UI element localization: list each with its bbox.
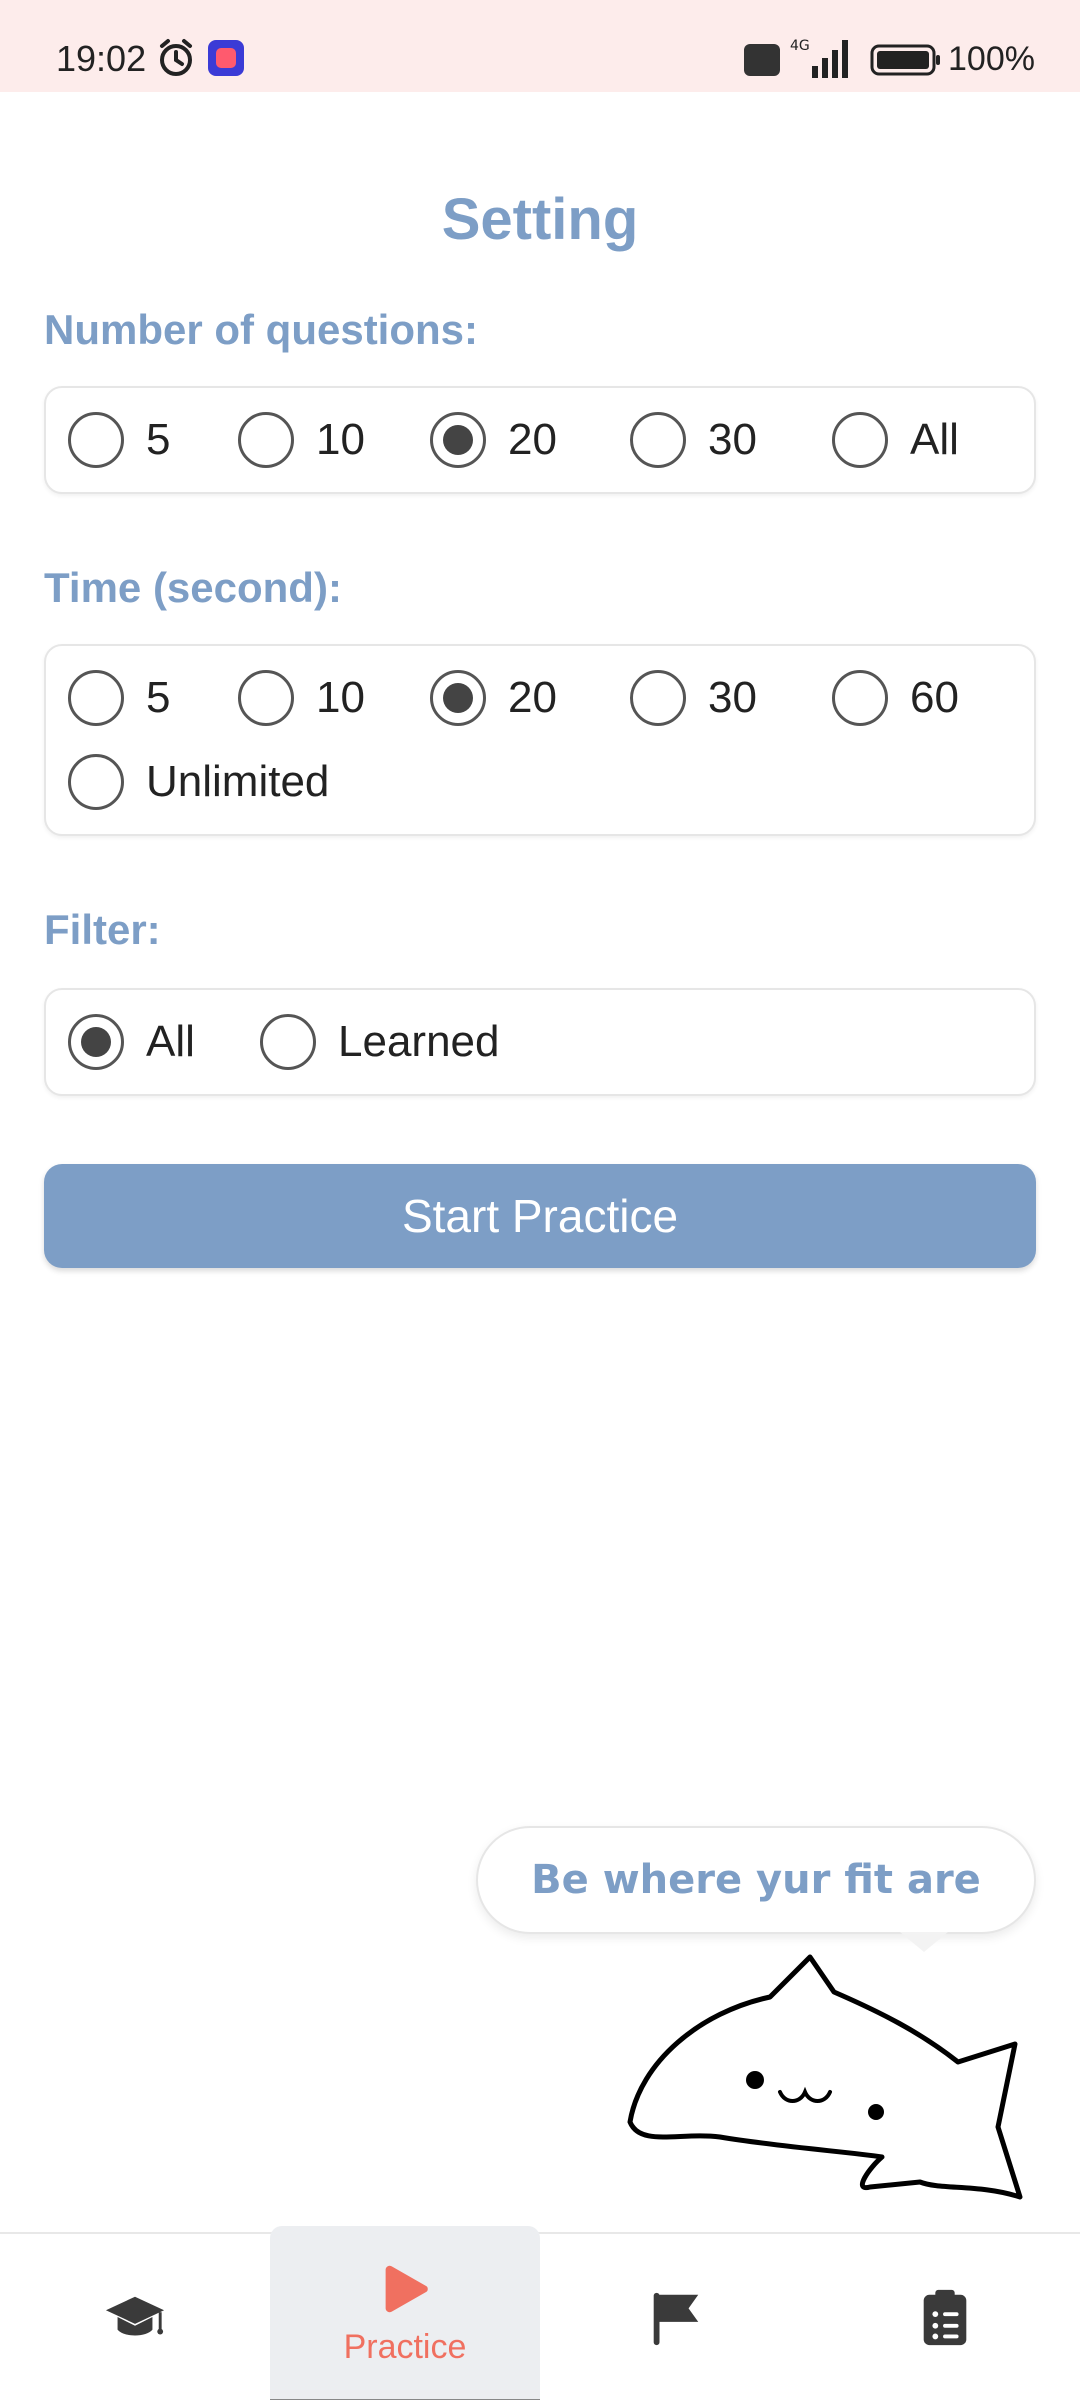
nav-flag[interactable] <box>540 2234 810 2400</box>
clipboard-list-icon <box>923 2289 967 2346</box>
filter-option-all[interactable]: All <box>68 1014 195 1070</box>
radio-button[interactable] <box>68 754 124 810</box>
radio-button[interactable] <box>68 412 124 468</box>
radio-button-selected[interactable] <box>430 412 486 468</box>
question-option-10[interactable]: 10 <box>238 412 365 468</box>
status-time: 19:02 <box>56 38 147 79</box>
nav-learn[interactable] <box>0 2234 270 2400</box>
status-bar: 19:02 4G 100% <box>0 0 1080 92</box>
radio-button[interactable] <box>630 670 686 726</box>
question-option-5[interactable]: 5 <box>68 412 170 468</box>
volte-icon <box>744 44 780 76</box>
time-option-60[interactable]: 60 <box>832 670 959 726</box>
nav-practice-label: Practice <box>343 2328 467 2366</box>
nav-practice[interactable]: Practice <box>270 2226 540 2400</box>
cat-mascot-icon <box>627 1954 1023 2200</box>
time-options-card: 5 10 20 30 60 Unlimited <box>44 644 1036 836</box>
radio-button[interactable] <box>238 670 294 726</box>
radio-button[interactable] <box>630 412 686 468</box>
radio-button[interactable] <box>832 670 888 726</box>
battery-icon <box>870 44 940 76</box>
radio-button[interactable] <box>832 412 888 468</box>
radio-button-selected[interactable] <box>430 670 486 726</box>
question-option-20[interactable]: 20 <box>430 412 557 468</box>
signal-4g-icon: 4G <box>790 38 848 78</box>
question-option-all[interactable]: All <box>832 412 959 468</box>
radio-button-selected[interactable] <box>68 1014 124 1070</box>
questions-label: Number of questions: <box>44 306 479 353</box>
bottom-navigation: Practice <box>0 2226 1080 2400</box>
play-icon <box>385 2265 428 2313</box>
time-option-5[interactable]: 5 <box>68 670 170 726</box>
alarm-icon <box>160 39 192 76</box>
filter-option-learned[interactable]: Learned <box>260 1014 499 1070</box>
time-option-20[interactable]: 20 <box>430 670 557 726</box>
time-option-unlimited[interactable]: Unlimited <box>68 754 329 810</box>
mascot-speech-bubble: Be where yur fit are <box>476 1826 1036 1934</box>
filter-label: Filter: <box>44 906 161 953</box>
radio-button[interactable] <box>238 412 294 468</box>
graduation-cap-icon <box>105 2296 165 2336</box>
start-practice-button[interactable]: Start Practice <box>44 1164 1036 1268</box>
questions-options-card: 5 10 20 30 All <box>44 386 1036 494</box>
svg-text:4G: 4G <box>790 38 810 54</box>
speech-bubble-tail <box>900 1932 948 1952</box>
radio-button[interactable] <box>260 1014 316 1070</box>
page-title: Setting <box>441 187 639 252</box>
time-label: Time (second): <box>44 564 342 611</box>
filter-options-card: All Learned <box>44 988 1036 1096</box>
nav-results[interactable] <box>810 2234 1080 2400</box>
battery-percentage: 100% <box>948 40 1035 78</box>
question-option-30[interactable]: 30 <box>630 412 757 468</box>
radio-button[interactable] <box>68 670 124 726</box>
time-option-10[interactable]: 10 <box>238 670 365 726</box>
flag-icon <box>653 2292 699 2346</box>
time-option-30[interactable]: 30 <box>630 670 757 726</box>
app-notification-icon <box>208 40 244 76</box>
